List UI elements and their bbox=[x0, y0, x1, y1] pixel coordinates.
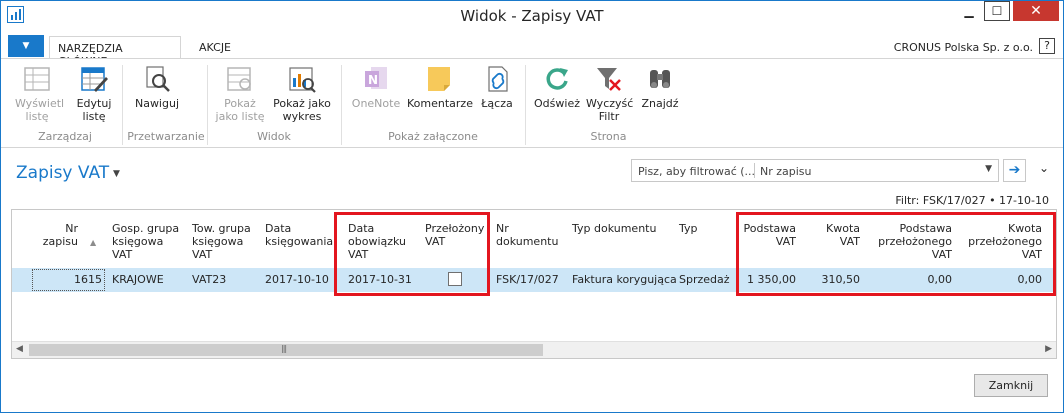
cell-entry-no[interactable]: 1615 bbox=[34, 273, 102, 286]
cell-doc-type[interactable]: Faktura korygująca bbox=[572, 273, 677, 286]
help-icon[interactable]: ? bbox=[1039, 38, 1055, 54]
group-process: Przetwarzanie bbox=[127, 130, 205, 143]
vat-entries-table: Nr zapisu ▲ Gosp. grupa księgowa VAT Tow… bbox=[11, 209, 1057, 359]
svg-text:N: N bbox=[368, 73, 378, 87]
column-header-gen-prod[interactable]: Tow. grupa księgowa VAT bbox=[192, 222, 251, 261]
ribbon-separator bbox=[341, 65, 342, 145]
column-header-type[interactable]: Typ bbox=[679, 222, 698, 235]
notes-label: Komentarze bbox=[407, 97, 473, 110]
cell-doc-no[interactable]: FSK/17/027 bbox=[496, 273, 559, 286]
find-label: Znajdź bbox=[641, 97, 679, 110]
column-header-doc-type[interactable]: Typ dokumentu bbox=[572, 222, 656, 235]
filter-placeholder: Pisz, aby filtrować (... bbox=[638, 165, 756, 178]
links-button[interactable]: Łącza bbox=[477, 64, 517, 110]
company-name[interactable]: CRONUS Polska Sp. z o.o. bbox=[894, 41, 1033, 54]
search-input[interactable]: Pisz, aby filtrować (... Nr zapisu ▼ bbox=[631, 159, 999, 182]
edit-list-label: Edytuj listę bbox=[76, 97, 112, 123]
show-as-chart-label: Pokaż jako wykres bbox=[273, 97, 331, 123]
group-attached: Pokaż załączone bbox=[388, 130, 478, 143]
scrollbar-thumb[interactable]: ||| bbox=[29, 344, 543, 356]
ribbon-separator bbox=[525, 65, 526, 145]
edit-list-button[interactable]: Edytuj listę bbox=[73, 64, 115, 123]
ribbon: Wyświetl listę Edytuj listę Zarządzaj Na… bbox=[1, 58, 1063, 148]
ribbon-tab-row: ▼ NARZĘDZIA GŁÓWNE AKCJE CRONUS Polska S… bbox=[1, 35, 1063, 68]
chart-icon bbox=[287, 64, 317, 94]
scroll-right-icon[interactable]: ▶ bbox=[1045, 344, 1052, 354]
column-header-doc-no[interactable]: Nr dokumentu bbox=[496, 222, 558, 248]
minimize-icon[interactable]: ▁ bbox=[956, 1, 982, 21]
navigate-icon bbox=[142, 64, 172, 94]
go-arrow-icon[interactable]: ➔ bbox=[1003, 159, 1026, 182]
tab-actions[interactable]: AKCJE bbox=[191, 36, 239, 59]
clear-filter-label: Wyczyść Filtr bbox=[586, 97, 634, 123]
title-bar: Widok - Zapisy VAT ▁ ☐ ✕ bbox=[1, 1, 1063, 29]
clear-filter-button[interactable]: Wyczyść Filtr bbox=[586, 64, 634, 123]
highlight-box-amounts bbox=[736, 212, 1056, 296]
cell-gen-prod[interactable]: VAT23 bbox=[192, 273, 226, 286]
cell-type[interactable]: Sprzedaż bbox=[679, 273, 730, 286]
refresh-icon bbox=[542, 64, 572, 94]
dropdown-icon[interactable]: ▼ bbox=[985, 164, 992, 174]
links-icon bbox=[482, 64, 512, 94]
show-as-list-button[interactable]: Pokaż jako listę bbox=[214, 64, 266, 123]
cell-gen-bus[interactable]: KRAJOWE bbox=[112, 273, 164, 286]
edit-list-icon bbox=[79, 64, 109, 94]
group-page: Strona bbox=[590, 130, 627, 143]
chevron-down-icon[interactable]: ▼ bbox=[113, 169, 120, 179]
horizontal-scrollbar[interactable]: ◀ ||| ▶ bbox=[12, 341, 1056, 358]
list-view-icon bbox=[22, 64, 52, 94]
highlight-box-vat-date bbox=[334, 212, 490, 296]
show-list-button[interactable]: Wyświetl listę bbox=[15, 64, 64, 123]
clear-filter-icon bbox=[594, 64, 624, 94]
refresh-button[interactable]: Odśwież bbox=[534, 64, 580, 110]
cell-posting-date[interactable]: 2017-10-10 bbox=[265, 273, 329, 286]
ribbon-separator bbox=[122, 65, 123, 145]
tab-home[interactable]: NARZĘDZIA GŁÓWNE bbox=[49, 36, 181, 68]
window: Widok - Zapisy VAT ▁ ☐ ✕ ▼ NARZĘDZIA GŁÓ… bbox=[0, 0, 1064, 413]
ribbon-separator bbox=[207, 65, 208, 145]
onenote-label: OneNote bbox=[351, 97, 401, 110]
group-view: Widok bbox=[257, 130, 291, 143]
close-button[interactable]: Zamknij bbox=[974, 374, 1048, 397]
collapse-icon[interactable]: ⌄ bbox=[1039, 161, 1049, 175]
maximize-icon[interactable]: ☐ bbox=[984, 1, 1010, 21]
show-as-list-icon bbox=[225, 64, 255, 94]
onenote-button[interactable]: N OneNote bbox=[349, 64, 403, 110]
notes-icon bbox=[424, 64, 454, 94]
refresh-label: Odśwież bbox=[534, 97, 580, 110]
filter-info: Filtr: FSK/17/027 • 17-10-10 bbox=[895, 194, 1049, 207]
navigate-button[interactable]: Nawiguj bbox=[131, 64, 183, 110]
find-button[interactable]: Znajdź bbox=[637, 64, 683, 110]
sort-ascending-icon: ▲ bbox=[90, 238, 97, 247]
column-header-entry-no[interactable]: Nr zapisu bbox=[32, 222, 78, 248]
window-title: Widok - Zapisy VAT bbox=[460, 7, 604, 25]
group-manage: Zarządzaj bbox=[38, 130, 92, 143]
find-icon bbox=[645, 64, 675, 94]
notes-button[interactable]: Komentarze bbox=[407, 64, 473, 110]
navigate-label: Nawiguj bbox=[134, 97, 180, 110]
filter-divider bbox=[754, 163, 755, 178]
onenote-icon: N bbox=[361, 64, 391, 94]
column-header-posting-date[interactable]: Data księgowania bbox=[265, 222, 333, 248]
close-icon[interactable]: ✕ bbox=[1013, 1, 1059, 21]
links-label: Łącza bbox=[481, 97, 513, 110]
show-list-label: Wyświetl listę bbox=[15, 97, 65, 123]
filter-field[interactable]: Nr zapisu bbox=[760, 165, 812, 178]
app-menu-button[interactable]: ▼ bbox=[8, 35, 44, 57]
column-header-gen-bus[interactable]: Gosp. grupa księgowa VAT bbox=[112, 222, 179, 261]
show-as-list-label: Pokaż jako listę bbox=[215, 97, 265, 123]
show-as-chart-button[interactable]: Pokaż jako wykres bbox=[271, 64, 333, 123]
page-title[interactable]: Zapisy VAT bbox=[16, 163, 109, 183]
scroll-left-icon[interactable]: ◀ bbox=[16, 344, 23, 354]
